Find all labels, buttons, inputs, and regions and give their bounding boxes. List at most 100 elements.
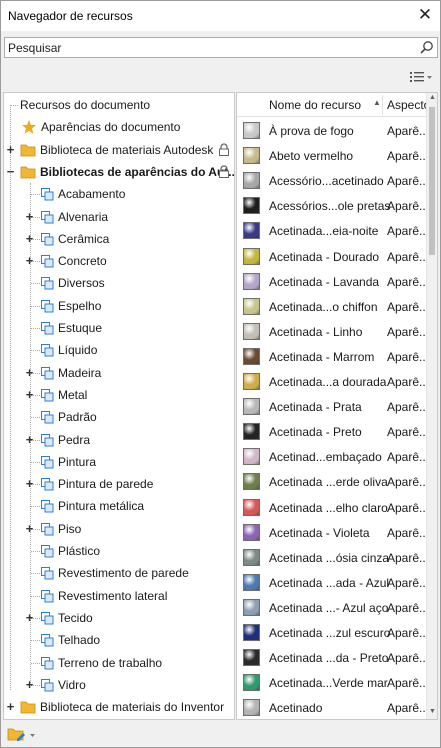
material-swatch-icon [243, 172, 260, 190]
material-swatch-icon [243, 548, 260, 566]
tree-item-concreto[interactable]: + Concreto [4, 250, 234, 272]
resource-row[interactable]: Acetinad...embaçado Aparê... [237, 444, 430, 469]
scrollbar-thumb[interactable] [429, 107, 435, 255]
add-library-icon[interactable] [7, 725, 37, 743]
tree-item-label: Pedra [58, 432, 91, 447]
resource-row[interactable]: Acetinada ...da - Preto Aparê... [237, 645, 429, 670]
tree-item-label: Metal [58, 387, 88, 402]
resource-row[interactable]: Acetinada - Violeta Aparê... [237, 520, 429, 545]
expand-icon[interactable]: + [24, 522, 35, 535]
material-swatch-icon [243, 197, 260, 215]
tree-item-vidro[interactable]: + Vidro [4, 674, 234, 696]
resource-name: Acetinada - Dourado [269, 249, 380, 264]
tree-item-plastico[interactable]: Plástico [4, 540, 234, 562]
resource-aspect: Aparê... [387, 450, 430, 465]
tree-connector [31, 417, 40, 419]
tree-item-metal[interactable]: + Metal [4, 384, 234, 406]
tree-connector [31, 350, 40, 352]
resource-row[interactable]: Acetinado Aparê... [237, 695, 429, 719]
tree-item-pedra[interactable]: + Pedra [4, 429, 234, 451]
resource-row[interactable]: Acetinada...eia-noite Aparê... [237, 218, 429, 243]
lock-icon [219, 143, 229, 156]
list-view-icon[interactable] [408, 68, 434, 86]
tree-item-aparencias-do-documento[interactable]: Aparências do documento [4, 116, 234, 138]
resource-row[interactable]: À prova de fogo Aparê... [237, 118, 429, 143]
search-icon[interactable] [419, 40, 434, 55]
expand-icon[interactable]: + [24, 232, 35, 245]
tree-item-label: Biblioteca de materiais do Inventor [40, 700, 225, 715]
tree-connector [31, 283, 40, 285]
tree-item-pintura[interactable]: Pintura [4, 451, 234, 473]
vertical-scrollbar[interactable]: ▲ ▼ [426, 93, 437, 719]
expand-icon[interactable]: + [24, 611, 35, 624]
tree-item-label: Diversos [58, 276, 105, 291]
resource-row[interactable]: Acetinada - Marrom Aparê... [237, 344, 429, 369]
tree-item-biblioteca-de-materiais-do-inventor[interactable]: + Biblioteca de materiais do Inventor [4, 696, 234, 718]
tree-item-liquido[interactable]: Líquido [4, 339, 234, 361]
search-input[interactable] [5, 38, 405, 57]
resource-row[interactable]: Acetinada...Verde mar Aparê... [237, 670, 429, 695]
resource-row[interactable]: Acetinada ...- Azul aço Aparê... [237, 595, 429, 620]
resource-row[interactable]: Acetinada ...elho claro Aparê... [237, 495, 429, 520]
resource-row[interactable]: Acessórios...ole pretas Aparê... [237, 193, 429, 218]
expand-icon[interactable]: + [5, 143, 16, 156]
tree-item-padrao[interactable]: Padrão [4, 406, 234, 428]
expand-icon[interactable]: + [24, 433, 35, 446]
column-header-aspect[interactable]: Aspecto [387, 98, 430, 112]
resource-row[interactable]: Acetinada - Preto Aparê... [237, 419, 429, 444]
tree-item-pintura-metalica[interactable]: Pintura metálica [4, 495, 234, 517]
category-icon [41, 522, 54, 536]
resource-row[interactable]: Abeto vermelho Aparê... [237, 143, 430, 168]
tree-item-tecido[interactable]: + Tecido [4, 607, 234, 629]
tree-item-terreno-de-trabalho[interactable]: Terreno de trabalho [4, 652, 234, 674]
resource-row[interactable]: Acetinada - Linho Aparê... [237, 319, 429, 344]
collapse-icon[interactable]: − [5, 165, 16, 178]
expand-icon[interactable]: + [24, 254, 35, 267]
resource-name: Acetinada ...zul escuro [269, 626, 391, 640]
resource-row[interactable]: Acessório...acetinado Aparê... [237, 168, 429, 193]
lock-icon [219, 165, 229, 178]
column-divider[interactable] [382, 95, 383, 115]
resource-row[interactable]: Acetinada ...zul escuro Aparê... [237, 620, 429, 645]
resource-aspect: Aparê... [387, 475, 430, 490]
tree-item-espelho[interactable]: Espelho [4, 295, 234, 317]
tree-item-revestimento-lateral[interactable]: Revestimento lateral [4, 585, 234, 607]
tree-item-madeira[interactable]: + Madeira [4, 362, 234, 384]
tree-item-ceramica[interactable]: + Cerâmica [4, 228, 234, 250]
resource-row[interactable]: Acetinada - Prata Aparê... [237, 394, 429, 419]
resource-row[interactable]: Acetinada ...ada - Azul Aparê... [237, 570, 429, 595]
resource-aspect: Aparê... [387, 149, 430, 164]
resource-name: Acetinada ...ada - Azul [269, 575, 390, 590]
resource-row[interactable]: Acetinada ...ósia cinza Aparê... [237, 545, 429, 570]
expand-icon[interactable]: + [24, 678, 35, 691]
tree-item-diversos[interactable]: Diversos [4, 272, 234, 294]
tree-item-revestimento-de-parede[interactable]: Revestimento de parede [4, 562, 234, 584]
resource-row[interactable]: Acetinada - Lavanda Aparê... [237, 269, 429, 294]
column-header-name[interactable]: Nome do recurso [269, 98, 361, 112]
resource-row[interactable]: Acetinada...o chiffon Aparê... [237, 294, 429, 319]
resource-row[interactable]: Acetinada ...erde oliva Aparê... [237, 469, 430, 494]
tree-item-pintura-de-parede[interactable]: + Pintura de parede [4, 473, 234, 495]
tree-item-recursos-do-documento[interactable]: Recursos do documento [4, 94, 234, 116]
tree-item-label: Estuque [58, 321, 103, 335]
expand-icon[interactable]: + [24, 388, 35, 401]
tree-item-bibliotecas-de-aparencias-do-aut[interactable]: − Bibliotecas de aparências do Aut... [4, 161, 234, 183]
expand-icon[interactable]: + [24, 210, 35, 223]
resource-row[interactable]: Acetinada - Dourado Aparê... [237, 244, 429, 269]
material-swatch-icon [243, 147, 260, 165]
scroll-down-icon[interactable]: ▼ [428, 708, 437, 718]
expand-icon[interactable]: + [24, 477, 35, 490]
expand-icon[interactable]: + [24, 366, 35, 379]
material-swatch-icon [243, 373, 260, 390]
expand-icon[interactable]: + [5, 700, 16, 713]
tree-item-telhado[interactable]: Telhado [4, 629, 234, 651]
tree-item-piso[interactable]: + Piso [4, 518, 234, 540]
scroll-up-icon[interactable]: ▲ [428, 94, 437, 104]
resource-row[interactable]: Acetinada...a dourada Aparê... [237, 369, 429, 394]
resource-name: Acetinada ...erde oliva [269, 475, 388, 490]
tree-item-alvenaria[interactable]: + Alvenaria [4, 206, 234, 228]
close-button[interactable]: ✕ [414, 5, 436, 27]
tree-item-estuque[interactable]: Estuque [4, 317, 234, 339]
tree-item-acabamento[interactable]: Acabamento [4, 183, 234, 205]
tree-item-biblioteca-de-materiais-autodesk[interactable]: + Biblioteca de materiais Autodesk [4, 139, 234, 161]
